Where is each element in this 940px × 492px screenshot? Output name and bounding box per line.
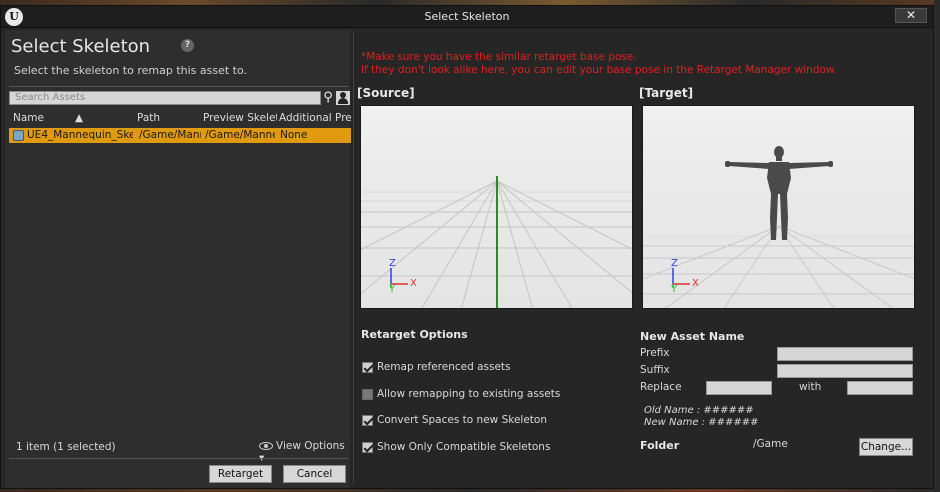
row-additional: None [280, 129, 308, 141]
divider [9, 458, 349, 459]
option-allow-remapping[interactable]: Allow remapping to existing assets [362, 388, 560, 400]
option-show-compatible[interactable]: Show Only Compatible Skeletons [362, 441, 550, 453]
with-label: with [799, 381, 822, 393]
checkbox[interactable] [362, 361, 373, 373]
search-icon[interactable]: ⚲ [321, 91, 335, 105]
new-asset-name-title: New Asset Name [640, 330, 745, 343]
asset-table-header: Name ▲ Path Preview Skeleta Additional P… [9, 110, 351, 126]
skeleton-asset-icon [13, 130, 24, 141]
warning-line-2: If they don't look alike here, you can e… [361, 64, 837, 76]
page-title: Select Skeleton [11, 36, 151, 57]
option-convert-spaces[interactable]: Convert Spaces to new Skeleton [362, 414, 547, 426]
axis-y-label: Y [389, 284, 396, 295]
new-name-preview: New Name : ###### [644, 417, 759, 428]
option-label: Allow remapping to existing assets [377, 388, 561, 400]
select-skeleton-dialog: U Select Skeleton ✕ Select Skeleton ? Se… [0, 5, 934, 489]
option-label: Remap referenced assets [377, 361, 511, 373]
column-header-name[interactable]: Name [13, 112, 44, 124]
column-header-path[interactable]: Path [137, 112, 197, 124]
help-icon[interactable]: ? [181, 39, 194, 52]
target-viewport-scene [643, 106, 914, 308]
window-title: Select Skeleton [424, 10, 510, 23]
row-name: UE4_Mannequin_Skele [27, 129, 133, 141]
item-count: 1 item (1 selected) [16, 441, 116, 453]
axis-z-label: Z [671, 258, 678, 269]
axis-x-label: X [692, 278, 699, 289]
cancel-button[interactable]: Cancel [283, 465, 346, 483]
checkbox[interactable] [362, 388, 373, 400]
eye-icon [259, 442, 273, 450]
replace-label: Replace [640, 381, 682, 393]
column-header-additional-preview[interactable]: Additional Prev [279, 112, 351, 124]
view-options-button[interactable]: View Options ▾ [259, 440, 350, 464]
checkbox[interactable] [362, 414, 373, 426]
retarget-button[interactable]: Retarget [209, 465, 272, 483]
instruction-text: Select the skeleton to remap this asset … [14, 64, 248, 77]
source-viewport-scene [361, 106, 632, 308]
axis-y-label: Y [671, 284, 678, 295]
prefix-label: Prefix [640, 347, 670, 359]
view-options-label: View Options [276, 440, 345, 452]
warning-line-1: *Make sure you have the similar retarget… [361, 51, 637, 63]
user-filter-icon[interactable] [336, 91, 350, 105]
search-input[interactable]: Search Assets [9, 91, 321, 105]
prefix-input[interactable] [777, 347, 913, 361]
suffix-input[interactable] [777, 364, 913, 378]
folder-path: /Game [753, 438, 788, 450]
source-label: [Source] [357, 86, 415, 100]
warning-text: *Make sure you have the similar retarget… [361, 51, 837, 77]
row-preview: /Game/Manne [205, 129, 275, 141]
replace-with-input[interactable] [847, 381, 913, 395]
folder-label: Folder [640, 439, 680, 452]
row-path: /Game/Manr [139, 129, 201, 141]
option-remap-referenced[interactable]: Remap referenced assets [362, 361, 511, 373]
target-label: [Target] [639, 86, 694, 100]
column-header-preview-skeleton[interactable]: Preview Skeleta [203, 112, 277, 124]
sort-ascending-icon: ▲ [75, 112, 84, 124]
source-viewport[interactable]: Z X Y [360, 105, 633, 309]
divider [9, 86, 349, 87]
target-viewport[interactable]: Z X Y [642, 105, 915, 309]
background-editor-edge [934, 0, 940, 492]
old-name-preview: Old Name : ###### [644, 405, 754, 416]
title-bar[interactable]: U Select Skeleton ✕ [1, 6, 933, 28]
change-folder-button[interactable]: Change... [859, 438, 913, 456]
option-label: Show Only Compatible Skeletons [377, 441, 551, 453]
retarget-options-title: Retarget Options [361, 328, 468, 341]
checkbox[interactable] [362, 441, 373, 453]
suffix-label: Suffix [640, 364, 670, 376]
replace-from-input[interactable] [706, 381, 772, 395]
pane-divider [353, 32, 354, 484]
close-button[interactable]: ✕ [895, 8, 927, 23]
skeleton-picker-panel: Select Skeleton ? Select the skeleton to… [5, 30, 351, 488]
axis-z-label: Z [389, 258, 396, 269]
option-label: Convert Spaces to new Skeleton [377, 414, 547, 426]
table-row[interactable]: UE4_Mannequin_Skele /Game/Manr /Game/Man… [9, 128, 351, 143]
axis-x-label: X [410, 278, 417, 289]
